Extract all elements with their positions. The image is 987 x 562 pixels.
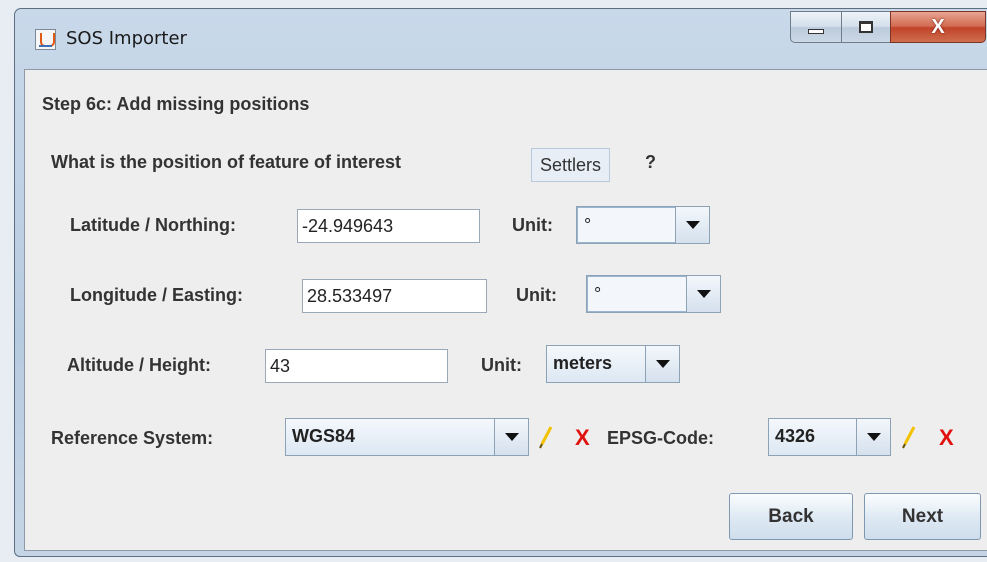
epsg-code-select[interactable]: 4326 bbox=[768, 418, 891, 456]
latitude-label: Latitude / Northing: bbox=[70, 215, 236, 235]
altitude-label: Altitude / Height: bbox=[67, 355, 211, 375]
delete-icon[interactable]: X bbox=[575, 425, 590, 451]
latitude-unit-select[interactable]: ° bbox=[576, 206, 710, 244]
delete-icon[interactable]: X bbox=[939, 425, 954, 451]
minimize-icon bbox=[808, 28, 824, 34]
altitude-input[interactable]: 43 bbox=[265, 349, 448, 383]
epsg-code-label: EPSG-Code: bbox=[607, 428, 715, 448]
pencil-icon[interactable] bbox=[538, 425, 554, 449]
longitude-unit-label: Unit: bbox=[516, 285, 557, 305]
longitude-unit-value: ° bbox=[587, 276, 688, 312]
reference-system-value: WGS84 bbox=[286, 419, 496, 455]
minimize-button[interactable] bbox=[790, 11, 842, 43]
reference-system-select[interactable]: WGS84 bbox=[285, 418, 529, 456]
close-icon: X bbox=[931, 15, 945, 38]
latitude-unit-label: Unit: bbox=[512, 215, 553, 235]
epsg-code-value: 4326 bbox=[769, 419, 858, 455]
question-text: What is the position of feature of inter… bbox=[51, 152, 402, 172]
app-window: SOS Importer X Step 6c: Add missing posi… bbox=[14, 8, 987, 557]
title-bar[interactable]: SOS Importer X bbox=[15, 9, 987, 69]
longitude-input[interactable]: 28.533497 bbox=[302, 279, 487, 313]
java-app-icon bbox=[35, 29, 56, 50]
step-heading: Step 6c: Add missing positions bbox=[42, 94, 310, 114]
next-button[interactable]: Next bbox=[864, 493, 981, 540]
latitude-input[interactable]: -24.949643 bbox=[297, 209, 480, 243]
pencil-icon[interactable] bbox=[901, 425, 917, 449]
window-title: SOS Importer bbox=[66, 28, 187, 49]
dropdown-arrow-icon[interactable] bbox=[494, 419, 528, 455]
feature-name: Settlers bbox=[531, 148, 611, 182]
back-button[interactable]: Back bbox=[729, 493, 853, 540]
maximize-icon bbox=[859, 21, 873, 33]
altitude-unit-select[interactable]: meters bbox=[546, 345, 680, 383]
reference-system-label: Reference System: bbox=[51, 428, 214, 448]
latitude-unit-value: ° bbox=[577, 207, 677, 243]
dropdown-arrow-icon[interactable] bbox=[675, 207, 709, 243]
altitude-unit-label: Unit: bbox=[481, 355, 522, 375]
altitude-unit-value: meters bbox=[547, 346, 647, 382]
close-button[interactable]: X bbox=[890, 11, 986, 43]
dropdown-arrow-icon[interactable] bbox=[856, 419, 890, 455]
question-mark: ? bbox=[645, 152, 656, 172]
longitude-unit-select[interactable]: ° bbox=[586, 275, 721, 313]
dropdown-arrow-icon[interactable] bbox=[686, 276, 720, 312]
dropdown-arrow-icon[interactable] bbox=[645, 346, 679, 382]
longitude-label: Longitude / Easting: bbox=[70, 285, 243, 305]
maximize-button[interactable] bbox=[841, 11, 891, 43]
step-panel: Step 6c: Add missing positions What is t… bbox=[24, 69, 987, 551]
